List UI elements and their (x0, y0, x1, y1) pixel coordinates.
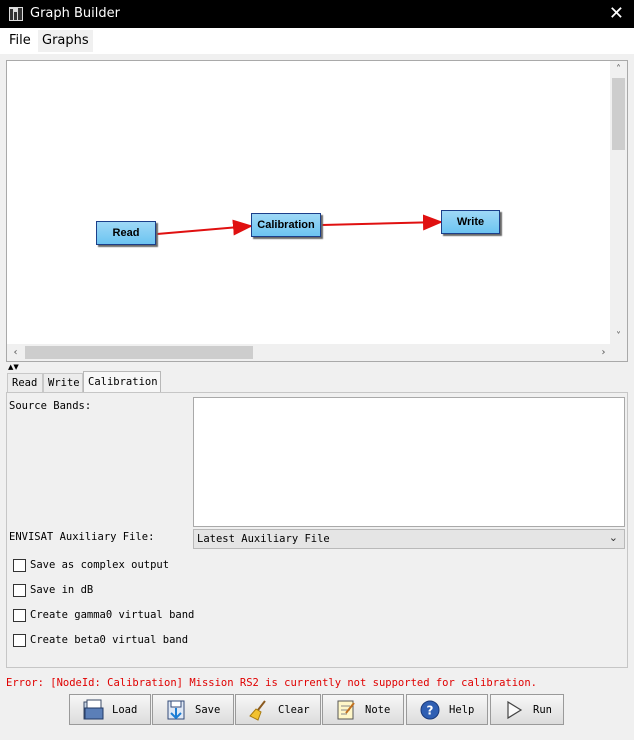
load-button[interactable]: Load (69, 694, 151, 725)
error-message: Error: [NodeId: Calibration] Mission RS2… (6, 677, 538, 689)
note-label: Note (365, 704, 391, 716)
play-icon (507, 700, 523, 720)
splitter-arrows-icon[interactable]: ▲▼ (8, 363, 28, 371)
tab-write[interactable]: Write (43, 373, 83, 392)
edge-read-to-calibration (156, 219, 253, 236)
load-label: Load (112, 704, 138, 716)
run-label: Run (533, 704, 552, 716)
horizontal-scrollbar[interactable]: ‹ › (7, 344, 612, 361)
chevron-down-icon: ⌄ (608, 531, 618, 544)
scroll-left-icon[interactable]: ‹ (7, 344, 24, 361)
broom-icon (249, 700, 266, 721)
source-bands-list[interactable] (193, 397, 625, 527)
svg-text:?: ? (427, 704, 434, 718)
node-write[interactable]: Write (441, 210, 500, 234)
checkbox[interactable] (13, 584, 26, 597)
save-button[interactable]: Save (152, 694, 234, 725)
aux-file-value: Latest Auxiliary File (197, 533, 330, 545)
checkbox[interactable] (13, 634, 26, 647)
scroll-corner (610, 344, 627, 361)
edge-calibration-to-write (321, 214, 443, 231)
checkbox[interactable] (13, 559, 26, 572)
checkbox-label: Create beta0 virtual band (30, 634, 189, 646)
checkbox-label: Save in dB (30, 584, 94, 596)
tab-calibration[interactable]: Calibration (83, 371, 161, 393)
save-icon (167, 700, 185, 720)
clear-label: Clear (278, 704, 310, 716)
help-icon: ? (420, 700, 440, 720)
scroll-up-icon[interactable]: ˄ (610, 61, 627, 78)
note-icon (337, 700, 355, 720)
source-bands-label: Source Bands: (9, 400, 92, 412)
graph-builder-icon (9, 7, 23, 21)
checkbox-label: Save as complex output (30, 559, 170, 571)
graph-canvas[interactable]: Read Calibration Write ˄ ˅ ‹ › (6, 60, 628, 362)
checkbox-label: Create gamma0 virtual band (30, 609, 195, 621)
run-button[interactable]: Run (490, 694, 564, 725)
horizontal-scroll-thumb[interactable] (25, 346, 253, 359)
vertical-scroll-thumb[interactable] (612, 78, 625, 150)
node-calibration[interactable]: Calibration (251, 213, 321, 237)
node-read[interactable]: Read (96, 221, 156, 245)
menu-bar: File Graphs (0, 28, 634, 54)
tab-read[interactable]: Read (7, 373, 43, 392)
title-bar: Graph Builder ✕ (0, 0, 634, 28)
note-button[interactable]: Note (322, 694, 404, 725)
close-icon[interactable]: ✕ (609, 3, 624, 24)
save-label: Save (195, 704, 221, 716)
calibration-panel: Source Bands: ENVISAT Auxiliary File: La… (6, 392, 628, 668)
aux-file-select[interactable]: Latest Auxiliary File ⌄ (193, 529, 625, 549)
clear-button[interactable]: Clear (235, 694, 321, 725)
vertical-scrollbar[interactable]: ˄ ˅ (610, 61, 627, 345)
graph-edges (156, 214, 443, 236)
window-title: Graph Builder (30, 6, 120, 21)
aux-file-label: ENVISAT Auxiliary File: (9, 531, 155, 543)
menu-graphs[interactable]: Graphs (38, 30, 93, 52)
menu-file[interactable]: File (5, 33, 35, 48)
help-label: Help (449, 704, 475, 716)
folder-icon (83, 699, 104, 720)
help-button[interactable]: ? Help (406, 694, 488, 725)
scroll-down-icon[interactable]: ˅ (610, 328, 627, 345)
checkbox[interactable] (13, 609, 26, 622)
